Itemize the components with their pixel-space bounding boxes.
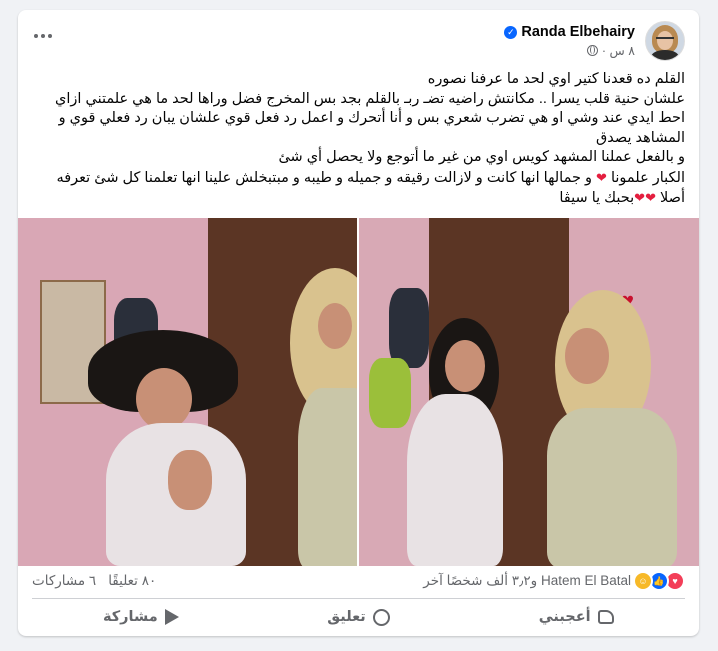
globe-icon xyxy=(586,45,598,56)
post-line: علشان حنية قلب يسرا .. مكانتش راضيه تضـ … xyxy=(55,90,685,146)
author-name[interactable]: Randa Elbehairy xyxy=(521,24,635,40)
photo-left[interactable] xyxy=(18,218,357,566)
heart-emoji-icon: ❤ xyxy=(596,169,607,185)
share-button[interactable]: مشاركة xyxy=(32,600,250,634)
like-button[interactable]: أعجبني xyxy=(467,600,685,634)
post-line: بحبك يا سيڤا xyxy=(559,190,635,206)
more-options-button[interactable] xyxy=(34,28,62,44)
post-line: القلم ده قعدنا كتير اوي لحد ما عرفنا نصو… xyxy=(427,71,685,87)
comments-count[interactable]: ٨٠ تعليقًا xyxy=(108,573,156,589)
divider xyxy=(32,598,685,599)
verified-icon: ✓ xyxy=(504,25,518,39)
avatar[interactable] xyxy=(645,21,685,61)
action-bar: أعجبني تعليق مشاركة xyxy=(32,600,685,634)
photo-right[interactable]: ♥ xyxy=(359,218,699,566)
author-meta: ✓ Randa Elbehairy ٨ س · xyxy=(504,24,635,58)
care-reaction-icon: ☺ xyxy=(633,571,653,591)
more-icon xyxy=(34,34,38,38)
post-stats: ♥ 👍 ☺ Hatem El Batal و٣٫٢ ألف شخصًا آخر … xyxy=(32,566,685,596)
post-line: و بالفعل عملنا المشهد كويس اوي من غير ما… xyxy=(278,149,685,165)
like-icon xyxy=(597,610,614,624)
post-header: ✓ Randa Elbehairy ٨ س · xyxy=(504,18,685,64)
post-line: الكبار علمونا xyxy=(610,169,685,186)
post-card: ✓ Randa Elbehairy ٨ س · القلم ده قعدنا ك… xyxy=(18,10,699,636)
shares-count[interactable]: ٦ مشاركات xyxy=(32,573,96,589)
photo-grid: ♥ xyxy=(18,218,699,566)
post-time[interactable]: ٨ س · xyxy=(602,43,635,58)
post-text: القلم ده قعدنا كتير اوي لحد ما عرفنا نصو… xyxy=(32,70,685,209)
comment-icon xyxy=(372,608,390,626)
comment-button[interactable]: تعليق xyxy=(250,600,468,634)
reactors-text: Hatem El Batal و٣٫٢ ألف شخصًا آخر xyxy=(423,573,631,588)
reactions-summary[interactable]: ♥ 👍 ☺ Hatem El Batal و٣٫٢ ألف شخصًا آخر xyxy=(423,571,685,591)
share-icon xyxy=(164,609,179,625)
heart-emoji-icon: ❤❤ xyxy=(634,190,656,205)
